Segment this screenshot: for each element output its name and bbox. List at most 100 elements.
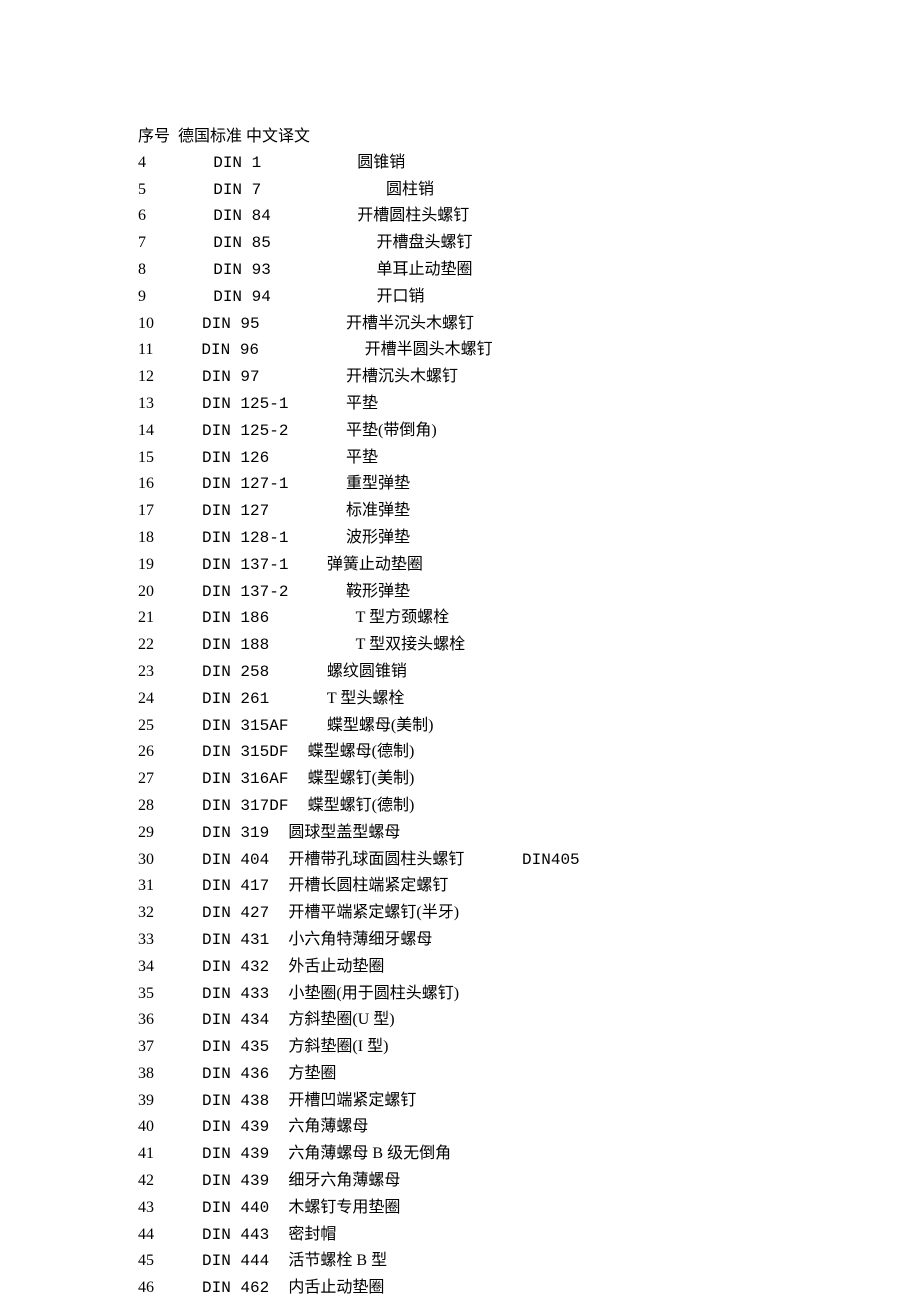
cell-seq: 29 <box>138 820 154 846</box>
cell-description: 方斜垫圈(U 型) <box>288 1011 394 1028</box>
cell-description: 开槽凹端紧定螺钉 <box>288 1092 416 1109</box>
table-row: 45 DIN 444 活节螺栓 B 型 <box>138 1248 920 1275</box>
cell-standard: DIN 137-1 <box>154 553 327 579</box>
cell-seq: 15 <box>138 445 154 471</box>
table-row: 23 DIN 258 螺纹圆锥销 <box>138 659 920 686</box>
cell-standard: DIN 127 <box>154 499 346 525</box>
table-row: 4 DIN 1 圆锥销 <box>138 150 920 177</box>
cell-standard: DIN 443 <box>154 1223 288 1249</box>
cell-seq: 14 <box>138 418 154 444</box>
cell-seq: 46 <box>138 1275 154 1301</box>
cell-standard: DIN 440 <box>154 1196 288 1222</box>
cell-standard: DIN 127-1 <box>154 472 346 498</box>
cell-description: 开槽平端紧定螺钉(半牙) <box>288 904 459 921</box>
cell-standard: DIN 7 <box>146 178 386 204</box>
cell-seq: 38 <box>138 1061 154 1087</box>
cell-standard: DIN 439 <box>154 1169 288 1195</box>
cell-seq: 6 <box>138 203 146 229</box>
table-row: 46 DIN 462 内舌止动垫圈 <box>138 1275 920 1302</box>
table-row: 41 DIN 439 六角薄螺母 B 级无倒角 <box>138 1141 920 1168</box>
table-row: 31 DIN 417 开槽长圆柱端紧定螺钉 <box>138 873 920 900</box>
cell-seq: 20 <box>138 579 154 605</box>
table-row: 40 DIN 439 六角薄螺母 <box>138 1114 920 1141</box>
cell-description: 波形弹垫 <box>346 529 410 546</box>
cell-seq: 35 <box>138 981 154 1007</box>
table-row: 15 DIN 126 平垫 <box>138 445 920 472</box>
cell-seq: 42 <box>138 1168 154 1194</box>
cell-description: 开槽半沉头木螺钉 <box>346 315 474 332</box>
cell-standard: DIN 84 <box>146 204 357 230</box>
cell-description: 六角薄螺母 B 级无倒角 <box>288 1145 451 1162</box>
cell-seq: 21 <box>138 605 154 631</box>
cell-standard: DIN 432 <box>154 955 288 981</box>
table-row: 35 DIN 433 小垫圈(用于圆柱头螺钉) <box>138 981 920 1008</box>
cell-description: 蝶型螺母(美制) <box>327 717 434 734</box>
cell-standard: DIN 95 <box>154 312 346 338</box>
cell-seq: 16 <box>138 471 154 497</box>
table-row: 33 DIN 431 小六角特薄细牙螺母 <box>138 927 920 954</box>
table-row: 22 DIN 188 T 型双接头螺栓 <box>138 632 920 659</box>
cell-standard: DIN 431 <box>154 928 288 954</box>
table-row: 7 DIN 85 开槽盘头螺钉 <box>138 230 920 257</box>
header-seq: 序号 <box>138 128 170 145</box>
cell-standard: DIN 436 <box>154 1062 288 1088</box>
table-row: 8 DIN 93 单耳止动垫圈 <box>138 257 920 284</box>
cell-seq: 27 <box>138 766 154 792</box>
cell-description: T 型方颈螺栓 <box>356 609 450 626</box>
cell-description: 平垫 <box>346 395 378 412</box>
cell-standard: DIN 435 <box>154 1035 288 1061</box>
cell-description: T 型双接头螺栓 <box>356 636 466 653</box>
cell-standard: DIN 315DF <box>154 740 308 766</box>
cell-seq: 9 <box>138 284 146 310</box>
cell-description: 平垫 <box>346 449 378 466</box>
cell-standard: DIN 85 <box>146 231 376 257</box>
cell-standard: DIN 125-2 <box>154 419 346 445</box>
document-page: 序号 德国标准 中文译文 4 DIN 1 圆锥销5 DIN 7 圆柱销6 DIN… <box>0 0 920 1302</box>
cell-standard: DIN 417 <box>154 874 288 900</box>
cell-description: 活节螺栓 B 型 <box>288 1252 387 1269</box>
table-row: 14 DIN 125-2 平垫(带倒角) <box>138 418 920 445</box>
cell-seq: 32 <box>138 900 154 926</box>
cell-description: 开槽带孔球面圆柱头螺钉 <box>288 851 464 868</box>
cell-standard: DIN 94 <box>146 285 376 311</box>
cell-description: 方斜垫圈(I 型) <box>288 1038 388 1055</box>
table-row: 16 DIN 127-1 重型弹垫 <box>138 471 920 498</box>
cell-description: 小六角特薄细牙螺母 <box>288 931 432 948</box>
cell-seq: 40 <box>138 1114 154 1140</box>
cell-standard: DIN 93 <box>146 258 376 284</box>
cell-seq: 31 <box>138 873 154 899</box>
cell-seq: 30 <box>138 847 154 873</box>
cell-description: 圆锥销 <box>357 154 405 171</box>
cell-standard: DIN 317DF <box>154 794 308 820</box>
cell-standard: DIN 258 <box>154 660 327 686</box>
cell-description: 开槽圆柱头螺钉 <box>357 207 469 224</box>
cell-description: 开口销 <box>376 288 424 305</box>
cell-description: 方垫圈 <box>288 1065 336 1082</box>
table-row: 10 DIN 95 开槽半沉头木螺钉 <box>138 311 920 338</box>
table-row: 5 DIN 7 圆柱销 <box>138 177 920 204</box>
cell-description: 密封帽 <box>288 1226 336 1243</box>
cell-seq: 19 <box>138 552 154 578</box>
cell-standard: DIN 438 <box>154 1089 288 1115</box>
table-row: 34 DIN 432 外舌止动垫圈 <box>138 954 920 981</box>
cell-description: 细牙六角薄螺母 <box>288 1172 400 1189</box>
cell-seq: 44 <box>138 1222 154 1248</box>
header-std: 德国标准 <box>178 128 242 145</box>
cell-description: 蝶型螺母(德制) <box>308 743 415 760</box>
table-row: 38 DIN 436 方垫圈 <box>138 1061 920 1088</box>
cell-description: T 型头螺栓 <box>327 690 405 707</box>
cell-description: 圆柱销 <box>386 181 434 198</box>
cell-description: 开槽盘头螺钉 <box>376 234 472 251</box>
table-row: 42 DIN 439 细牙六角薄螺母 <box>138 1168 920 1195</box>
cell-description: 内舌止动垫圈 <box>288 1279 384 1296</box>
cell-seq: 41 <box>138 1141 154 1167</box>
table-row: 29 DIN 319 圆球型盖型螺母 <box>138 820 920 847</box>
cell-description: 开槽沉头木螺钉 <box>346 368 458 385</box>
cell-seq: 18 <box>138 525 154 551</box>
cell-seq: 17 <box>138 498 154 524</box>
cell-standard: DIN 462 <box>154 1276 288 1302</box>
cell-description: 蝶型螺钉(美制) <box>308 770 415 787</box>
cell-seq: 23 <box>138 659 154 685</box>
cell-extra: DIN405 <box>464 848 579 874</box>
cell-standard: DIN 137-2 <box>154 580 346 606</box>
